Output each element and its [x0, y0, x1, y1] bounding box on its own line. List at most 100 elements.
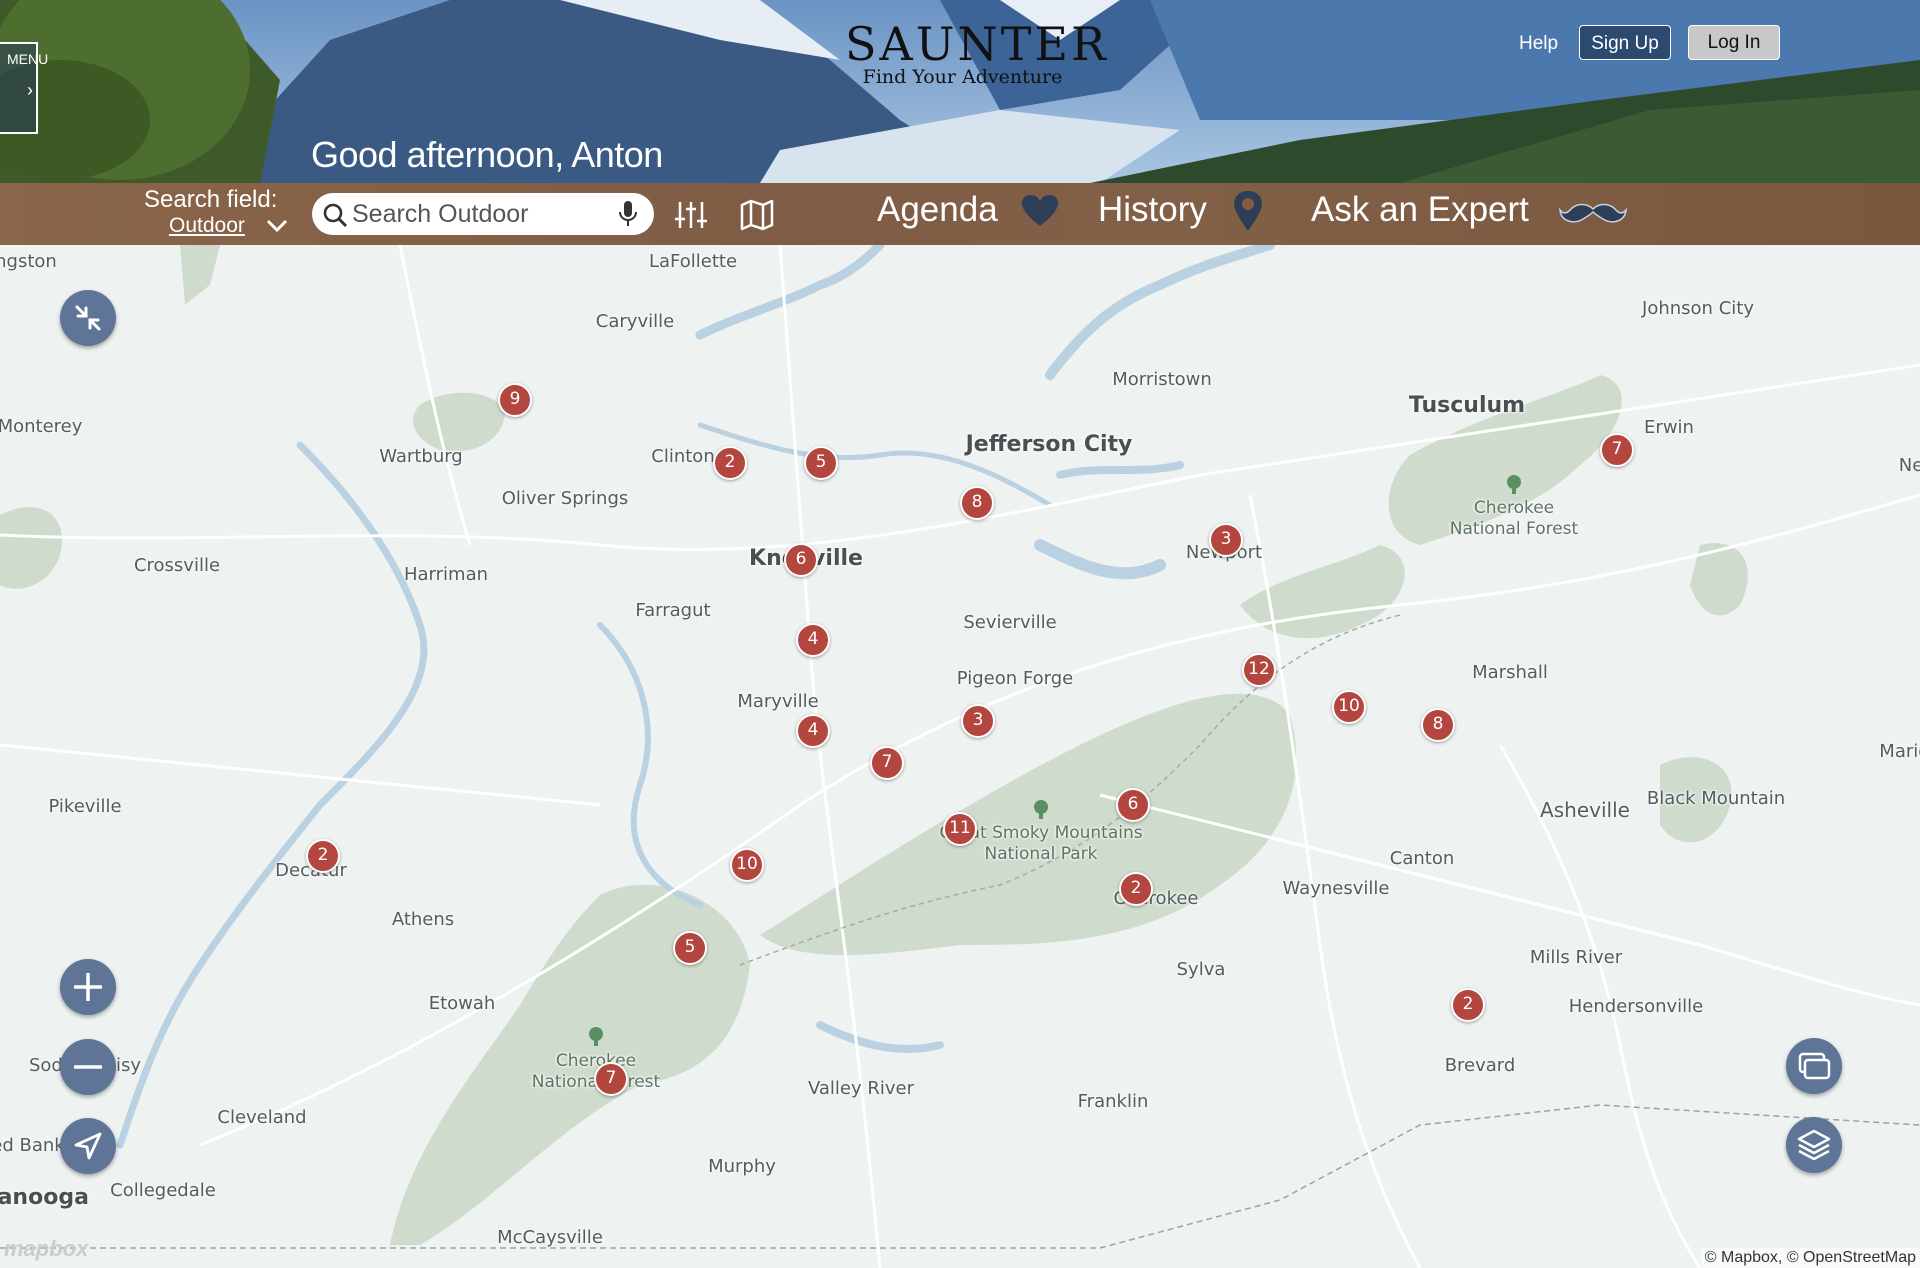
- microphone-icon[interactable]: [617, 200, 639, 228]
- cluster-marker[interactable]: 6: [784, 543, 818, 577]
- place-label: Asheville: [1540, 798, 1630, 822]
- zoom-in-button[interactable]: [60, 959, 116, 1015]
- place-label: tanooga: [0, 1185, 89, 1210]
- place-label: Collegedale: [110, 1180, 216, 1201]
- place-label: Athens: [391, 909, 455, 930]
- place-label: Etowah: [428, 993, 496, 1014]
- nav-ask-expert[interactable]: Ask an Expert: [1311, 190, 1529, 230]
- heart-icon[interactable]: [1021, 194, 1059, 228]
- cluster-marker[interactable]: 6: [1116, 788, 1150, 822]
- place-label: Sylva: [1176, 959, 1226, 980]
- place-label: Tusculum: [1408, 393, 1526, 418]
- cluster-marker[interactable]: 7: [870, 746, 904, 780]
- sliders-icon[interactable]: [674, 199, 708, 231]
- cluster-marker[interactable]: 2: [1119, 872, 1153, 906]
- locate-me-button[interactable]: [60, 1118, 116, 1174]
- cluster-marker[interactable]: 10: [1332, 690, 1366, 724]
- windows-view-button[interactable]: [1786, 1038, 1842, 1094]
- cluster-marker[interactable]: 5: [673, 931, 707, 965]
- cluster-marker[interactable]: 2: [306, 839, 340, 873]
- place-label: Marion: [1879, 741, 1920, 762]
- place-label: Crossville: [133, 555, 221, 576]
- map-attribution[interactable]: © Mapbox, © OpenStreetMap: [1700, 1248, 1920, 1268]
- cluster-marker[interactable]: 2: [1451, 988, 1485, 1022]
- collapse-map-button[interactable]: [60, 290, 116, 346]
- place-label: Hendersonville: [1568, 996, 1704, 1017]
- place-label: Wartburg: [379, 446, 463, 467]
- cluster-marker[interactable]: 3: [961, 704, 995, 738]
- place-label: Pikeville: [48, 796, 122, 817]
- cluster-marker[interactable]: 4: [796, 714, 830, 748]
- place-label: Cleveland: [217, 1107, 307, 1128]
- chevron-right-icon: ›: [27, 80, 33, 100]
- layers-icon: [1797, 1129, 1831, 1161]
- place-label: Canton: [1389, 848, 1455, 869]
- place-label: Black Mountain: [1646, 788, 1786, 809]
- place-label: Morristown: [1112, 369, 1212, 390]
- cluster-marker[interactable]: 3: [1209, 523, 1243, 557]
- layers-button[interactable]: [1786, 1117, 1842, 1173]
- place-label: McCaysville: [497, 1227, 603, 1248]
- cluster-marker[interactable]: 7: [1600, 433, 1634, 467]
- place-label: Clinton: [651, 446, 715, 467]
- cluster-marker[interactable]: 8: [1421, 708, 1455, 742]
- place-label: Maryville: [737, 691, 819, 712]
- place-label: Mills River: [1529, 947, 1623, 968]
- folded-map-icon[interactable]: [740, 199, 774, 231]
- cluster-marker[interactable]: 10: [730, 848, 764, 882]
- search-field-label: Search field:: [144, 186, 278, 213]
- place-label: Monterey: [0, 416, 83, 437]
- brand-logo[interactable]: SAUNTER Find Your Adventure: [845, 17, 1109, 88]
- place-label: Murphy: [708, 1156, 776, 1177]
- cluster-marker[interactable]: 12: [1242, 653, 1276, 687]
- cluster-marker[interactable]: 11: [943, 812, 977, 846]
- place-label: ed Bank: [0, 1135, 65, 1156]
- menu-toggle-button[interactable]: MENU ›: [0, 42, 48, 134]
- place-label: ngston: [0, 251, 57, 272]
- cluster-marker[interactable]: 8: [960, 486, 994, 520]
- logo-tagline: Find Your Adventure: [862, 66, 1063, 88]
- mapbox-logo[interactable]: mapbox: [4, 1236, 88, 1262]
- header-hero: SAUNTER Find Your Adventure Good afterno…: [0, 0, 1920, 183]
- logo-name: SAUNTER: [845, 17, 1109, 71]
- greeting-text: Good afternoon, Anton: [311, 134, 663, 175]
- place-label: Franklin: [1077, 1091, 1149, 1112]
- place-label: Valley River: [807, 1078, 915, 1099]
- place-label: Waynesville: [1282, 878, 1390, 899]
- place-label: Sevierville: [963, 612, 1057, 633]
- place-label: Farragut: [635, 600, 711, 621]
- place-label: Caryville: [595, 311, 675, 332]
- cluster-marker[interactable]: 7: [594, 1062, 628, 1096]
- nav-agenda[interactable]: Agenda: [877, 190, 998, 230]
- place-label: Erwin: [1644, 417, 1694, 438]
- place-label: Ne: [1898, 455, 1920, 476]
- minus-icon: [74, 1065, 102, 1069]
- place-label: Harriman: [403, 564, 489, 585]
- mustache-icon[interactable]: [1559, 199, 1627, 229]
- nav-history[interactable]: History: [1098, 190, 1207, 230]
- zoom-out-button[interactable]: [60, 1039, 116, 1095]
- place-label: Oliver Springs: [501, 488, 629, 509]
- search-box: [312, 193, 654, 235]
- map-pin-icon[interactable]: [1232, 190, 1264, 232]
- cluster-marker[interactable]: 2: [713, 446, 747, 480]
- park-label: Cherokee National Forest: [1449, 498, 1579, 539]
- cluster-marker[interactable]: 4: [796, 623, 830, 657]
- place-label: Marshall: [1472, 662, 1548, 683]
- plus-icon: [74, 973, 102, 1001]
- map-view[interactable]: ngston LaFollette Caryville Johnson City…: [0, 245, 1920, 1268]
- stacked-windows-icon: [1798, 1052, 1831, 1080]
- place-label: Pigeon Forge: [956, 668, 1074, 689]
- sign-up-button[interactable]: Sign Up: [1579, 25, 1671, 60]
- place-label: Brevard: [1444, 1055, 1516, 1076]
- magnifier-icon: [323, 203, 348, 228]
- chevron-down-icon[interactable]: [265, 216, 289, 234]
- collapse-arrows-icon: [75, 305, 101, 331]
- log-in-button[interactable]: Log In: [1688, 25, 1780, 60]
- search-input[interactable]: [352, 199, 612, 229]
- navigation-arrow-icon: [74, 1132, 102, 1160]
- cluster-marker[interactable]: 5: [804, 446, 838, 480]
- help-link[interactable]: Help: [1519, 33, 1558, 55]
- search-field-selector[interactable]: Outdoor: [169, 214, 245, 238]
- cluster-marker[interactable]: 9: [498, 383, 532, 417]
